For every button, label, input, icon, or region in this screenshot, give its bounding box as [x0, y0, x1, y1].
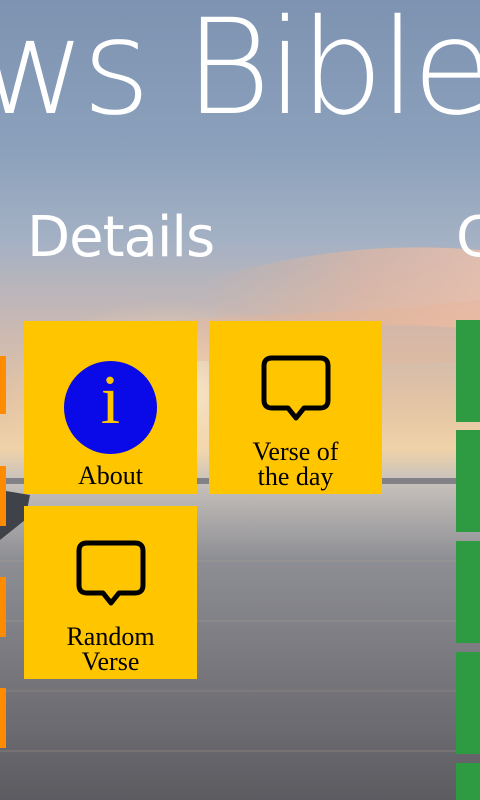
- random-verse-label-line2: Verse: [81, 647, 140, 676]
- speech-bubble-icon: [261, 355, 331, 421]
- edge-tile[interactable]: [0, 577, 6, 637]
- about-label: About: [78, 461, 143, 490]
- app-title: ws Bible: [0, 0, 480, 145]
- next-section-tile[interactable]: [456, 541, 480, 643]
- edge-tile[interactable]: [0, 466, 6, 526]
- info-glyph: i: [100, 362, 121, 439]
- speech-bubble-icon: [76, 540, 146, 606]
- edge-tile[interactable]: [0, 688, 6, 748]
- section-title-details: Details: [27, 205, 215, 270]
- random-verse-label-line1: Random: [66, 622, 155, 651]
- verse-of-day-label-line2: the day: [257, 462, 334, 491]
- edge-tile[interactable]: [0, 356, 6, 414]
- next-section-tile[interactable]: [456, 320, 480, 422]
- verse-of-the-day-tile[interactable]: Verse of the day: [209, 321, 382, 494]
- random-verse-tile[interactable]: Random Verse: [24, 506, 197, 679]
- info-icon: i: [64, 361, 157, 454]
- verse-of-day-label-line1: Verse of: [252, 437, 339, 466]
- next-section-tile[interactable]: [456, 763, 480, 800]
- next-section-tile[interactable]: [456, 430, 480, 532]
- next-section-tile[interactable]: [456, 652, 480, 754]
- about-tile[interactable]: i About: [24, 321, 197, 494]
- section-title-next: C: [456, 205, 480, 270]
